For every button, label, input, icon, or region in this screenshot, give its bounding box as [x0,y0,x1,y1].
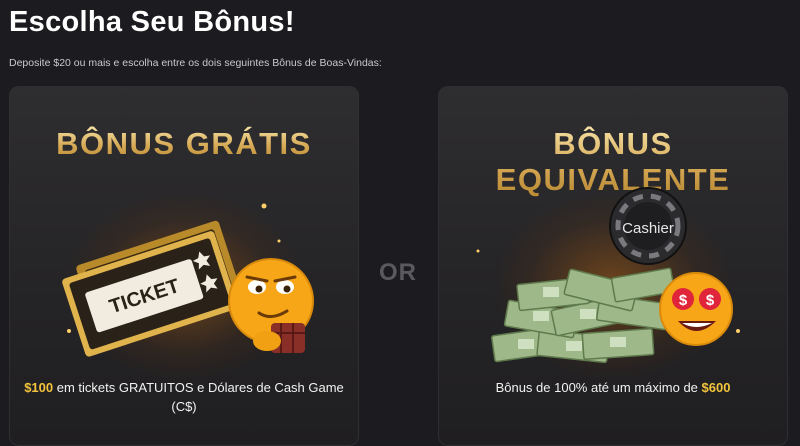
or-separator: OR [379,259,417,286]
free-bonus-description: $100 em tickets GRATUITOS e Dólares de C… [19,378,349,416]
money-eyes-emoji-icon: $ $ [659,272,733,346]
free-bonus-title: BÔNUS GRÁTIS [9,126,359,162]
cash-emoji-illustration: Cashier $ $ [476,187,740,364]
free-bonus-amount: $100 [24,380,54,395]
match-bonus-amount: $600 [701,380,731,395]
match-bonus-description: Bônus de 100% até um máximo de $600 [448,378,778,397]
page-title: Escolha Seu Bônus! [9,6,295,38]
svg-text:$: $ [706,292,715,309]
smug-emoji-icon [228,258,314,353]
svg-text:$: $ [679,292,688,309]
match-bonus-card[interactable]: BÔNUS EQUIVALENTE Cashier $ $ Bônus de 1… [438,86,788,446]
match-bonus-text: Bônus de 100% até um máximo de [495,380,702,395]
cashier-chip-icon: Cashier [609,187,687,265]
free-bonus-text: em tickets GRATUITOS e Dólares de Cash G… [53,380,344,414]
page-subtitle: Deposite $20 ou mais e escolha entre os … [9,57,382,69]
cashier-label: Cashier [622,220,674,237]
ticket-emoji-illustration: TICKET [62,203,314,357]
free-bonus-card[interactable]: BÔNUS GRÁTIS TICKET $100 em tickets GRAT… [9,86,359,446]
cash-stack-icon [491,267,676,364]
